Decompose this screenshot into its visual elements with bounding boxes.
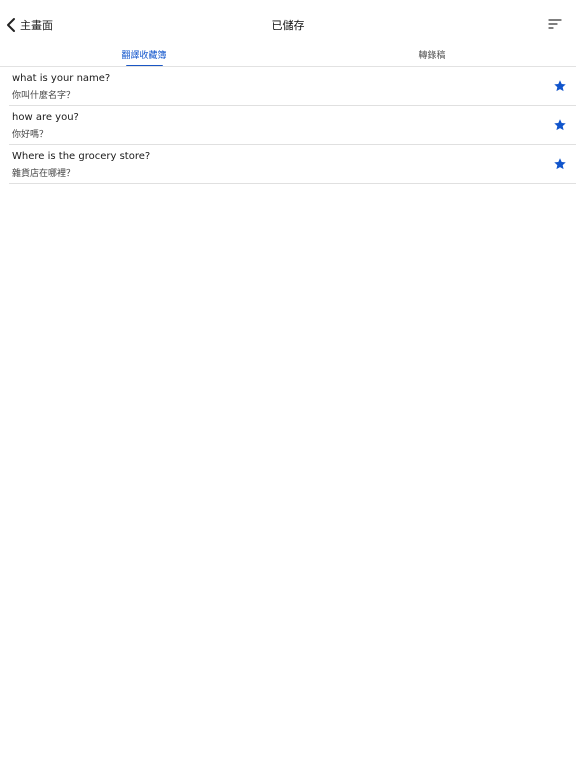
app: 主畫面 已儲存 翻譯收藏簿 轉錄稿 what is your name? 你叫什… <box>0 0 576 768</box>
translated-text: 雜貨店在哪裡？ <box>12 169 76 179</box>
source-text: how are you? <box>12 112 79 123</box>
source-text: what is your name? <box>12 73 111 84</box>
list-item[interactable]: how are you? 你好嗎？ <box>9 106 576 145</box>
star-filled-icon[interactable] <box>553 157 567 171</box>
sort-icon <box>548 19 562 29</box>
saved-translations-list: what is your name? 你叫什麼名字？ how are you? … <box>9 67 576 184</box>
tab-transcripts-label: 轉錄稿 <box>418 51 446 61</box>
tab-bar: 翻譯收藏簿 轉錄稿 <box>0 44 576 67</box>
navigation-bar: 主畫面 已儲存 <box>0 0 576 44</box>
tab-transcripts[interactable]: 轉錄稿 <box>288 44 576 67</box>
translated-text: 你好嗎？ <box>12 130 49 140</box>
list-item[interactable]: Where is the grocery store? 雜貨店在哪裡？ <box>9 145 576 184</box>
star-filled-icon[interactable] <box>553 118 567 132</box>
source-text: Where is the grocery store? <box>12 151 151 162</box>
list-item[interactable]: what is your name? 你叫什麼名字？ <box>9 67 576 106</box>
star-filled-icon[interactable] <box>553 79 567 93</box>
page-title: 已儲存 <box>271 19 305 32</box>
tab-phrasebook[interactable]: 翻譯收藏簿 <box>0 44 288 67</box>
tab-phrasebook-label: 翻譯收藏簿 <box>121 51 167 61</box>
sort-button[interactable] <box>546 16 566 32</box>
translated-text: 你叫什麼名字？ <box>12 91 76 101</box>
